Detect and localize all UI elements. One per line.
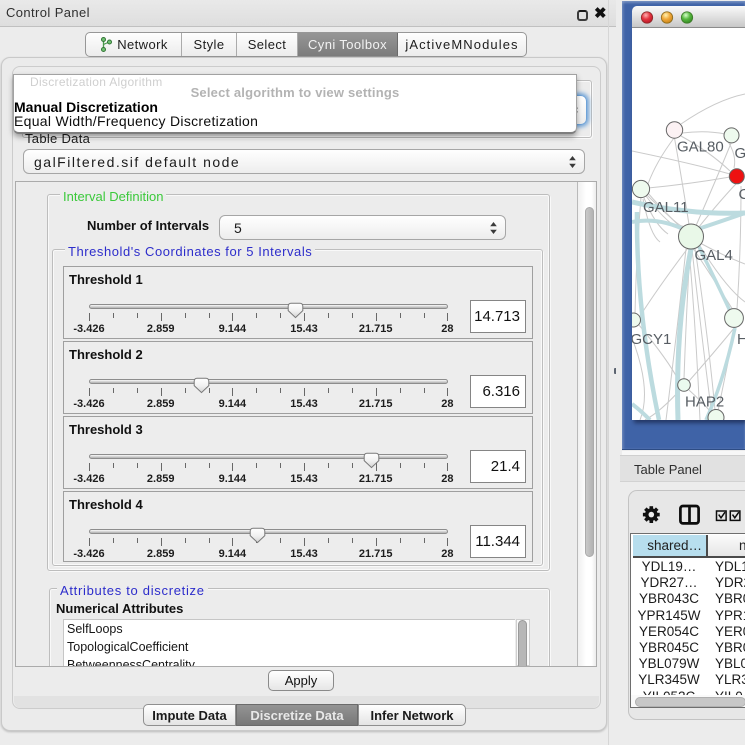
svg-text:HAP2: HAP2: [685, 394, 724, 411]
svg-text:GAL80: GAL80: [677, 139, 724, 156]
svg-text:GA: GA: [735, 145, 745, 162]
svg-text:C: C: [739, 186, 745, 203]
svg-text:H: H: [737, 331, 745, 348]
svg-text:GCY1: GCY1: [632, 331, 671, 348]
svg-text:GAL11: GAL11: [643, 199, 689, 216]
svg-text:GAL4: GAL4: [695, 247, 733, 264]
